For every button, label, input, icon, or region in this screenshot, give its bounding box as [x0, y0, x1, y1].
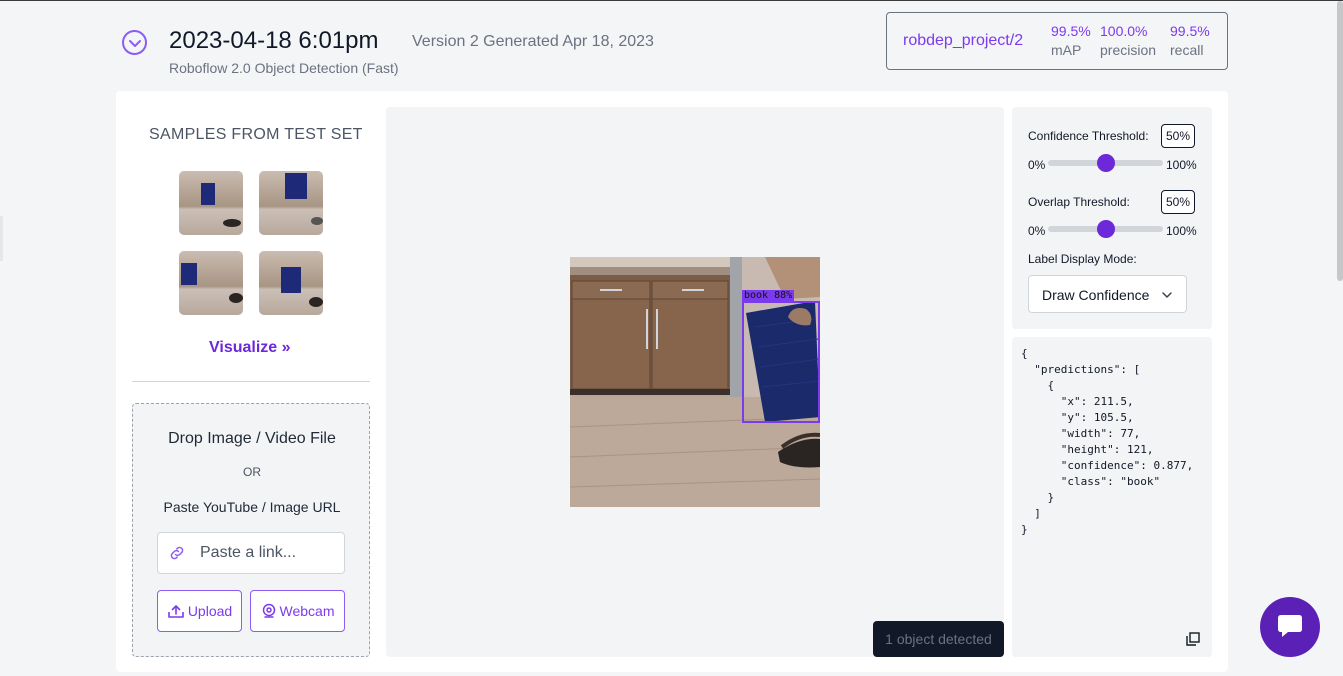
page-scrollbar[interactable] — [1337, 1, 1343, 281]
collapse-toggle-button[interactable] — [122, 30, 147, 55]
confidence-threshold-label: Confidence Threshold: — [1028, 129, 1149, 143]
map-label: mAP — [1051, 42, 1082, 58]
chat-icon — [1278, 615, 1302, 637]
chevron-down-icon — [1162, 292, 1172, 298]
chat-button[interactable] — [1260, 597, 1320, 657]
detection-bounding-box — [742, 301, 820, 423]
version-title: 2023-04-18 6:01pm — [169, 27, 379, 54]
detected-count-badge: 1 object detected — [873, 621, 1004, 657]
map-metric: 99.5% mAP — [1051, 23, 1091, 58]
model-type-text: Roboflow 2.0 Object Detection (Fast) — [169, 60, 399, 76]
paste-link-input[interactable] — [200, 543, 338, 563]
upload-icon — [168, 605, 184, 618]
confidence-slider-thumb[interactable] — [1096, 154, 1115, 172]
webcam-label: Webcam — [279, 603, 335, 619]
left-edge-tab — [0, 216, 3, 261]
sample-thumbnail[interactable] — [259, 251, 323, 315]
chevron-down-icon — [128, 39, 141, 47]
label-display-mode-select[interactable]: Draw Confidence — [1028, 275, 1187, 313]
copy-icon[interactable] — [1186, 632, 1200, 646]
recall-value: 99.5% — [1170, 23, 1210, 39]
overlap-range-min: 0% — [1028, 224, 1046, 238]
confidence-value-box[interactable]: 50% — [1161, 124, 1195, 148]
drop-title: Drop Image / Video File — [168, 430, 336, 447]
link-input-wrapper — [157, 532, 345, 574]
recall-metric: 99.5% recall — [1170, 23, 1210, 58]
paste-url-label: Paste YouTube / Image URL — [163, 499, 341, 515]
upload-label: Upload — [187, 603, 233, 619]
confidence-range-max: 100% — [1166, 158, 1197, 172]
precision-label: precision — [1100, 42, 1157, 58]
sample-thumbnail[interactable] — [259, 171, 323, 235]
map-value: 99.5% — [1051, 23, 1091, 39]
overlap-range-max: 100% — [1166, 224, 1197, 238]
link-icon — [170, 546, 184, 560]
json-output-panel: { "predictions": [ { "x": 211.5, "y": 10… — [1012, 337, 1212, 657]
metrics-card: robdep_project/2 99.5% mAP 100.0% precis… — [886, 12, 1228, 70]
label-display-mode-label: Label Display Mode: — [1028, 252, 1137, 266]
samples-title: SAMPLES FROM TEST SET — [149, 126, 363, 143]
project-link[interactable]: robdep_project/2 — [903, 32, 1023, 50]
overlap-slider-thumb[interactable] — [1096, 220, 1115, 238]
detection-label: book 88% — [742, 290, 795, 302]
label-display-mode-value: Draw Confidence — [1042, 287, 1150, 303]
section-divider — [132, 381, 370, 382]
overlap-threshold-label: Overlap Threshold: — [1028, 195, 1130, 209]
json-output-text: { "predictions": [ { "x": 211.5, "y": 10… — [1021, 347, 1194, 536]
sample-thumbnail[interactable] — [179, 171, 243, 235]
upload-button[interactable]: Upload — [157, 590, 242, 632]
recall-label: recall — [1170, 42, 1204, 58]
overlap-value-box[interactable]: 50% — [1161, 190, 1195, 214]
precision-metric: 100.0% precision — [1100, 23, 1156, 58]
webcam-button[interactable]: Webcam — [250, 590, 345, 632]
webcam-icon — [262, 603, 275, 618]
file-drop-zone[interactable]: Drop Image / Video File OR Paste YouTube… — [132, 403, 370, 657]
version-generated-text: Version 2 Generated Apr 18, 2023 — [412, 33, 654, 50]
visualize-link[interactable]: Visualize » — [209, 339, 291, 357]
precision-value: 100.0% — [1100, 23, 1148, 39]
sample-thumbnail[interactable] — [179, 251, 243, 315]
or-separator: OR — [243, 465, 261, 479]
confidence-range-min: 0% — [1028, 158, 1046, 172]
